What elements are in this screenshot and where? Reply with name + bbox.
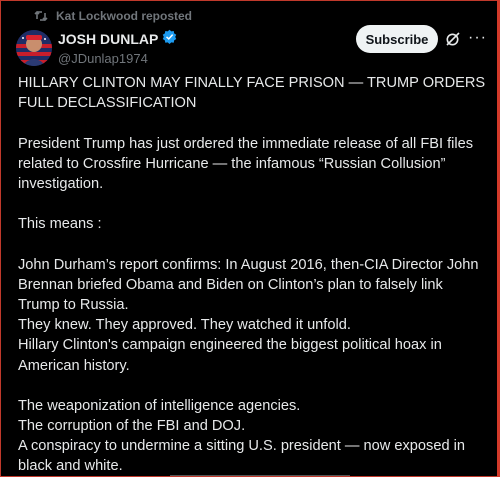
post-headline: HILLARY CLINTON MAY FINALLY FACE PRISON … [18,75,486,112]
subscribe-button[interactable]: Subscribe [356,25,438,53]
post-line: The corruption of the FBI and DOJ. [18,418,246,435]
post-line: A conspiracy to undermine a sitting U.S.… [18,438,465,475]
author-block[interactable]: JOSH DUNLAP @JDunlap1974 [58,29,177,66]
repost-context[interactable]: Kat Lockwood reposted [34,9,192,23]
post-line: The weaponization of intelligence agenci… [18,398,301,415]
grok-icon[interactable] [445,31,461,52]
post-line: They knew. They approved. They watched i… [18,317,351,334]
repost-icon [34,10,48,22]
post-body: HILLARY CLINTON MAY FINALLY FACE PRISON … [18,73,488,477]
verified-badge-icon [162,29,177,49]
author-display-name[interactable]: JOSH DUNLAP [58,31,158,47]
post-line: John Durham’s report confirms: In August… [18,257,479,314]
author-handle[interactable]: @JDunlap1974 [58,51,177,66]
avatar[interactable] [16,30,52,66]
post-line: Hillary Clinton's campaign engineered th… [18,337,442,374]
post-paragraph: President Trump has just ordered the imm… [18,135,474,192]
post-paragraph: This means : [18,216,102,233]
more-icon[interactable]: ··· [468,29,487,47]
divider [170,475,350,476]
repost-label: Kat Lockwood reposted [56,9,193,23]
